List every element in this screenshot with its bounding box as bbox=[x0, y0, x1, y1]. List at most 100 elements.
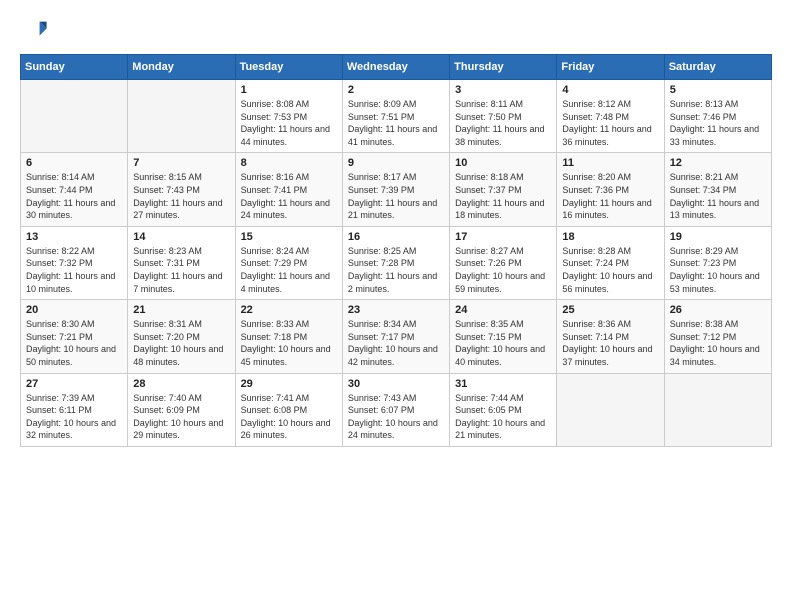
day-info: Sunrise: 8:08 AMSunset: 7:53 PMDaylight:… bbox=[241, 98, 337, 148]
day-info: Sunrise: 8:35 AMSunset: 7:15 PMDaylight:… bbox=[455, 318, 551, 368]
day-info: Sunrise: 7:43 AMSunset: 6:07 PMDaylight:… bbox=[348, 392, 444, 442]
calendar-cell: 15 Sunrise: 8:24 AMSunset: 7:29 PMDayligh… bbox=[235, 226, 342, 299]
calendar-week-4: 20Sunrise: 8:30 AMSunset: 7:21 PMDayligh… bbox=[21, 300, 772, 373]
day-number: 29 bbox=[241, 378, 337, 390]
weekday-header-tuesday: Tuesday bbox=[235, 55, 342, 80]
day-info: Sunrise: 8:34 AMSunset: 7:17 PMDaylight:… bbox=[348, 318, 444, 368]
calendar-cell: 6 Sunrise: 8:14 AMSunset: 7:44 PMDaylight… bbox=[21, 153, 128, 226]
day-number: 28 bbox=[133, 378, 229, 390]
day-number: 23 bbox=[348, 304, 444, 316]
calendar-cell: 28 Sunrise: 7:40 AMSunset: 6:09 PMDayligh… bbox=[128, 373, 235, 446]
calendar-cell: 25 Sunrise: 8:36 AMSunset: 7:14 PMDayligh… bbox=[557, 300, 664, 373]
calendar-cell: 11 Sunrise: 8:20 AMSunset: 7:36 PMDayligh… bbox=[557, 153, 664, 226]
day-info: Sunrise: 8:18 AMSunset: 7:37 PMDaylight:… bbox=[455, 171, 551, 221]
calendar-cell bbox=[128, 80, 235, 153]
day-number: 25 bbox=[562, 304, 658, 316]
day-info: Sunrise: 8:25 AMSunset: 7:28 PMDaylight:… bbox=[348, 245, 444, 295]
day-number: 13 bbox=[26, 231, 122, 243]
day-number: 19 bbox=[670, 231, 766, 243]
calendar-cell: 7 Sunrise: 8:15 AMSunset: 7:43 PMDaylight… bbox=[128, 153, 235, 226]
calendar-cell: 12 Sunrise: 8:21 AMSunset: 7:34 PMDayligh… bbox=[664, 153, 771, 226]
day-info: Sunrise: 7:41 AMSunset: 6:08 PMDaylight:… bbox=[241, 392, 337, 442]
day-info: Sunrise: 8:29 AMSunset: 7:23 PMDaylight:… bbox=[670, 245, 766, 295]
calendar-cell: 22 Sunrise: 8:33 AMSunset: 7:18 PMDayligh… bbox=[235, 300, 342, 373]
calendar-cell: 29 Sunrise: 7:41 AMSunset: 6:08 PMDayligh… bbox=[235, 373, 342, 446]
calendar-cell: 10 Sunrise: 8:18 AMSunset: 7:37 PMDayligh… bbox=[450, 153, 557, 226]
calendar-cell: 4 Sunrise: 8:12 AMSunset: 7:48 PMDaylight… bbox=[557, 80, 664, 153]
day-number: 10 bbox=[455, 157, 551, 169]
calendar-cell: 16 Sunrise: 8:25 AMSunset: 7:28 PMDayligh… bbox=[342, 226, 449, 299]
calendar-cell bbox=[21, 80, 128, 153]
calendar-week-5: 27 Sunrise: 7:39 AMSunset: 6:11 PMDayligh… bbox=[21, 373, 772, 446]
day-info: Sunrise: 8:09 AMSunset: 7:51 PMDaylight:… bbox=[348, 98, 444, 148]
day-info: Sunrise: 8:16 AMSunset: 7:41 PMDaylight:… bbox=[241, 171, 337, 221]
day-info: Sunrise: 8:21 AMSunset: 7:34 PMDaylight:… bbox=[670, 171, 766, 221]
day-info: Sunrise: 8:12 AMSunset: 7:48 PMDaylight:… bbox=[562, 98, 658, 148]
calendar-week-2: 6 Sunrise: 8:14 AMSunset: 7:44 PMDaylight… bbox=[21, 153, 772, 226]
calendar-cell: 31Sunrise: 7:44 AMSunset: 6:05 PMDayligh… bbox=[450, 373, 557, 446]
day-info: Sunrise: 8:33 AMSunset: 7:18 PMDaylight:… bbox=[241, 318, 337, 368]
calendar-cell: 3Sunrise: 8:11 AMSunset: 7:50 PMDaylight… bbox=[450, 80, 557, 153]
day-info: Sunrise: 8:22 AMSunset: 7:32 PMDaylight:… bbox=[26, 245, 122, 295]
logo bbox=[20, 16, 52, 44]
calendar-cell: 27 Sunrise: 7:39 AMSunset: 6:11 PMDayligh… bbox=[21, 373, 128, 446]
day-number: 6 bbox=[26, 157, 122, 169]
weekday-header-saturday: Saturday bbox=[664, 55, 771, 80]
calendar-cell bbox=[557, 373, 664, 446]
day-number: 4 bbox=[562, 84, 658, 96]
calendar-week-1: 1 Sunrise: 8:08 AMSunset: 7:53 PMDaylight… bbox=[21, 80, 772, 153]
day-number: 5 bbox=[670, 84, 766, 96]
day-number: 8 bbox=[241, 157, 337, 169]
day-info: Sunrise: 7:39 AMSunset: 6:11 PMDaylight:… bbox=[26, 392, 122, 442]
day-number: 21 bbox=[133, 304, 229, 316]
calendar-cell bbox=[664, 373, 771, 446]
day-number: 31 bbox=[455, 378, 551, 390]
day-number: 15 bbox=[241, 231, 337, 243]
day-number: 12 bbox=[670, 157, 766, 169]
day-info: Sunrise: 8:24 AMSunset: 7:29 PMDaylight:… bbox=[241, 245, 337, 295]
day-info: Sunrise: 8:28 AMSunset: 7:24 PMDaylight:… bbox=[562, 245, 658, 295]
calendar-table: SundayMondayTuesdayWednesdayThursdayFrid… bbox=[20, 54, 772, 447]
calendar-cell: 1 Sunrise: 8:08 AMSunset: 7:53 PMDaylight… bbox=[235, 80, 342, 153]
calendar-cell: 19 Sunrise: 8:29 AMSunset: 7:23 PMDayligh… bbox=[664, 226, 771, 299]
day-number: 22 bbox=[241, 304, 337, 316]
weekday-header-monday: Monday bbox=[128, 55, 235, 80]
day-number: 9 bbox=[348, 157, 444, 169]
weekday-header-wednesday: Wednesday bbox=[342, 55, 449, 80]
day-info: Sunrise: 8:13 AMSunset: 7:46 PMDaylight:… bbox=[670, 98, 766, 148]
day-number: 11 bbox=[562, 157, 658, 169]
day-number: 1 bbox=[241, 84, 337, 96]
day-number: 16 bbox=[348, 231, 444, 243]
calendar-header-row: SundayMondayTuesdayWednesdayThursdayFrid… bbox=[21, 55, 772, 80]
day-number: 30 bbox=[348, 378, 444, 390]
day-number: 26 bbox=[670, 304, 766, 316]
weekday-header-sunday: Sunday bbox=[21, 55, 128, 80]
day-info: Sunrise: 8:15 AMSunset: 7:43 PMDaylight:… bbox=[133, 171, 229, 221]
calendar-cell: 5 Sunrise: 8:13 AMSunset: 7:46 PMDaylight… bbox=[664, 80, 771, 153]
calendar-cell: 14Sunrise: 8:23 AMSunset: 7:31 PMDayligh… bbox=[128, 226, 235, 299]
calendar-cell: 13 Sunrise: 8:22 AMSunset: 7:32 PMDayligh… bbox=[21, 226, 128, 299]
calendar-cell: 20Sunrise: 8:30 AMSunset: 7:21 PMDayligh… bbox=[21, 300, 128, 373]
day-info: Sunrise: 8:17 AMSunset: 7:39 PMDaylight:… bbox=[348, 171, 444, 221]
calendar-cell: 18 Sunrise: 8:28 AMSunset: 7:24 PMDayligh… bbox=[557, 226, 664, 299]
day-info: Sunrise: 7:40 AMSunset: 6:09 PMDaylight:… bbox=[133, 392, 229, 442]
day-number: 17 bbox=[455, 231, 551, 243]
calendar-cell: 17Sunrise: 8:27 AMSunset: 7:26 PMDayligh… bbox=[450, 226, 557, 299]
calendar-week-3: 13 Sunrise: 8:22 AMSunset: 7:32 PMDayligh… bbox=[21, 226, 772, 299]
weekday-header-friday: Friday bbox=[557, 55, 664, 80]
day-info: Sunrise: 8:20 AMSunset: 7:36 PMDaylight:… bbox=[562, 171, 658, 221]
day-number: 3 bbox=[455, 84, 551, 96]
calendar-cell: 30 Sunrise: 7:43 AMSunset: 6:07 PMDayligh… bbox=[342, 373, 449, 446]
day-number: 7 bbox=[133, 157, 229, 169]
day-info: Sunrise: 8:31 AMSunset: 7:20 PMDaylight:… bbox=[133, 318, 229, 368]
day-number: 24 bbox=[455, 304, 551, 316]
day-number: 2 bbox=[348, 84, 444, 96]
day-info: Sunrise: 8:30 AMSunset: 7:21 PMDaylight:… bbox=[26, 318, 122, 368]
header bbox=[20, 16, 772, 44]
calendar-cell: 8 Sunrise: 8:16 AMSunset: 7:41 PMDaylight… bbox=[235, 153, 342, 226]
day-info: Sunrise: 8:36 AMSunset: 7:14 PMDaylight:… bbox=[562, 318, 658, 368]
day-number: 18 bbox=[562, 231, 658, 243]
day-number: 27 bbox=[26, 378, 122, 390]
day-info: Sunrise: 8:14 AMSunset: 7:44 PMDaylight:… bbox=[26, 171, 122, 221]
calendar-cell: 26Sunrise: 8:38 AMSunset: 7:12 PMDayligh… bbox=[664, 300, 771, 373]
